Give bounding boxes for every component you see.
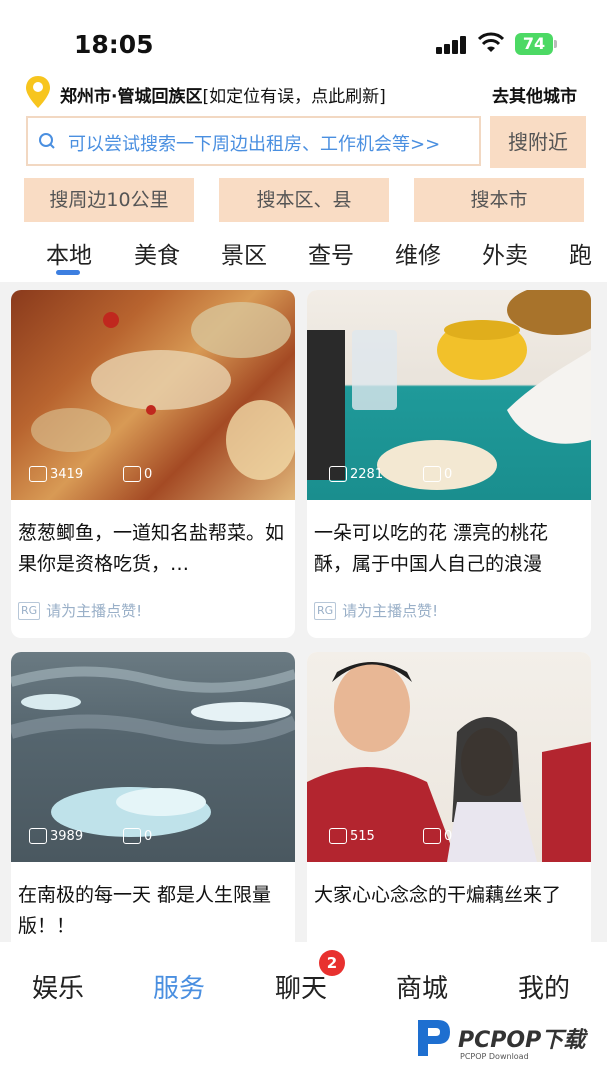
comment-icon [423, 466, 441, 482]
nav-mall[interactable]: 商城 [396, 968, 448, 1005]
location-pin-icon[interactable] [24, 74, 52, 110]
current-location: 郑州市·管城回族区 [60, 87, 203, 107]
chip-city[interactable]: 搜本市 [414, 178, 584, 222]
like-icon [329, 466, 347, 482]
search-nearby-button[interactable]: 搜附近 [490, 116, 586, 168]
card-title[interactable]: 一朵可以吃的花 漂亮的桃花酥，属于中国人自己的浪漫 [314, 518, 586, 580]
search-input[interactable]: 可以尝试搜索一下周边出租房、工作机会等>> [26, 116, 481, 166]
like-count: 3989 [29, 828, 83, 844]
comment-icon [123, 828, 141, 844]
comment-count: 0 [123, 466, 152, 482]
source-badge: RG [314, 601, 337, 620]
card-footer: RG 请为主播点赞! [18, 600, 142, 621]
card-title[interactable]: 大家心心念念的干煸藕丝来了 [314, 880, 586, 942]
feed-card[interactable]: 3419 0 葱葱鲫鱼，一道知名盐帮菜。如果你是资格吃货，… RG 请为主播点赞! [11, 290, 295, 638]
feed-card[interactable]: 3989 0 在南极的每一天 都是人生限量版！！ [11, 652, 295, 942]
nav-me[interactable]: 我的 [518, 968, 570, 1005]
feed-card[interactable]: 2281 0 一朵可以吃的花 漂亮的桃花酥，属于中国人自己的浪漫 RG 请为主播点… [307, 290, 591, 638]
like-icon [329, 828, 347, 844]
comment-count: 0 [423, 828, 452, 844]
like-count: 2281 [329, 466, 383, 482]
watermark: PCPOP下载 PCPOP Download [414, 1012, 600, 1072]
nav-chat[interactable]: 聊天 [275, 968, 327, 1005]
source-badge: RG [18, 601, 41, 620]
search-icon [39, 133, 55, 149]
chip-10km[interactable]: 搜周边10公里 [24, 178, 194, 222]
tab-scenic[interactable]: 景区 [221, 236, 267, 270]
nav-services[interactable]: 服务 [153, 968, 205, 1005]
status-time: 18:05 [74, 30, 154, 59]
like-count: 3419 [29, 466, 83, 482]
feed-card[interactable]: 515 0 大家心心念念的干煸藕丝来了 [307, 652, 591, 942]
active-tab-indicator [56, 270, 80, 275]
location-refresh-link[interactable]: 郑州市·管城回族区[如定位有误，点此刷新] [60, 82, 386, 107]
card-title[interactable]: 在南极的每一天 都是人生限量版！！ [18, 880, 290, 942]
comment-icon [423, 828, 441, 844]
like-icon [29, 828, 47, 844]
tab-lookup[interactable]: 查号 [308, 236, 354, 270]
chat-unread-badge: 2 [319, 950, 345, 976]
watermark-subtext: PCPOP Download [460, 1052, 529, 1061]
tab-partial[interactable]: 跑 [569, 236, 607, 270]
other-city-link[interactable]: 去其他城市 [492, 82, 577, 107]
nav-entertainment[interactable]: 娱乐 [32, 968, 84, 1005]
like-count: 515 [329, 828, 375, 844]
like-icon [29, 466, 47, 482]
card-footer: RG 请为主播点赞! [314, 600, 438, 621]
comment-icon [123, 466, 141, 482]
cellular-signal-icon [436, 36, 468, 54]
tab-takeout[interactable]: 外卖 [482, 236, 528, 270]
status-bar: 18:05 74 [0, 0, 607, 80]
battery-indicator: 74 [515, 33, 553, 55]
chip-district[interactable]: 搜本区、县 [219, 178, 389, 222]
tab-repair[interactable]: 维修 [395, 236, 441, 270]
comment-count: 0 [123, 828, 152, 844]
battery-tip [554, 40, 557, 48]
watermark-text: PCPOP下载 [458, 1028, 586, 1053]
content-feed[interactable]: 3419 0 葱葱鲫鱼，一道知名盐帮菜。如果你是资格吃货，… RG 请为主播点赞!… [0, 282, 607, 942]
tab-food[interactable]: 美食 [134, 236, 180, 270]
comment-count: 0 [423, 466, 452, 482]
pcpop-logo-icon [418, 1020, 450, 1056]
location-hint: [如定位有误，点此刷新] [202, 87, 386, 107]
wifi-icon [478, 32, 504, 52]
tab-local[interactable]: 本地 [46, 236, 92, 270]
card-title[interactable]: 葱葱鲫鱼，一道知名盐帮菜。如果你是资格吃货，… [18, 518, 290, 580]
search-placeholder: 可以尝试搜索一下周边出租房、工作机会等>> [68, 134, 441, 155]
